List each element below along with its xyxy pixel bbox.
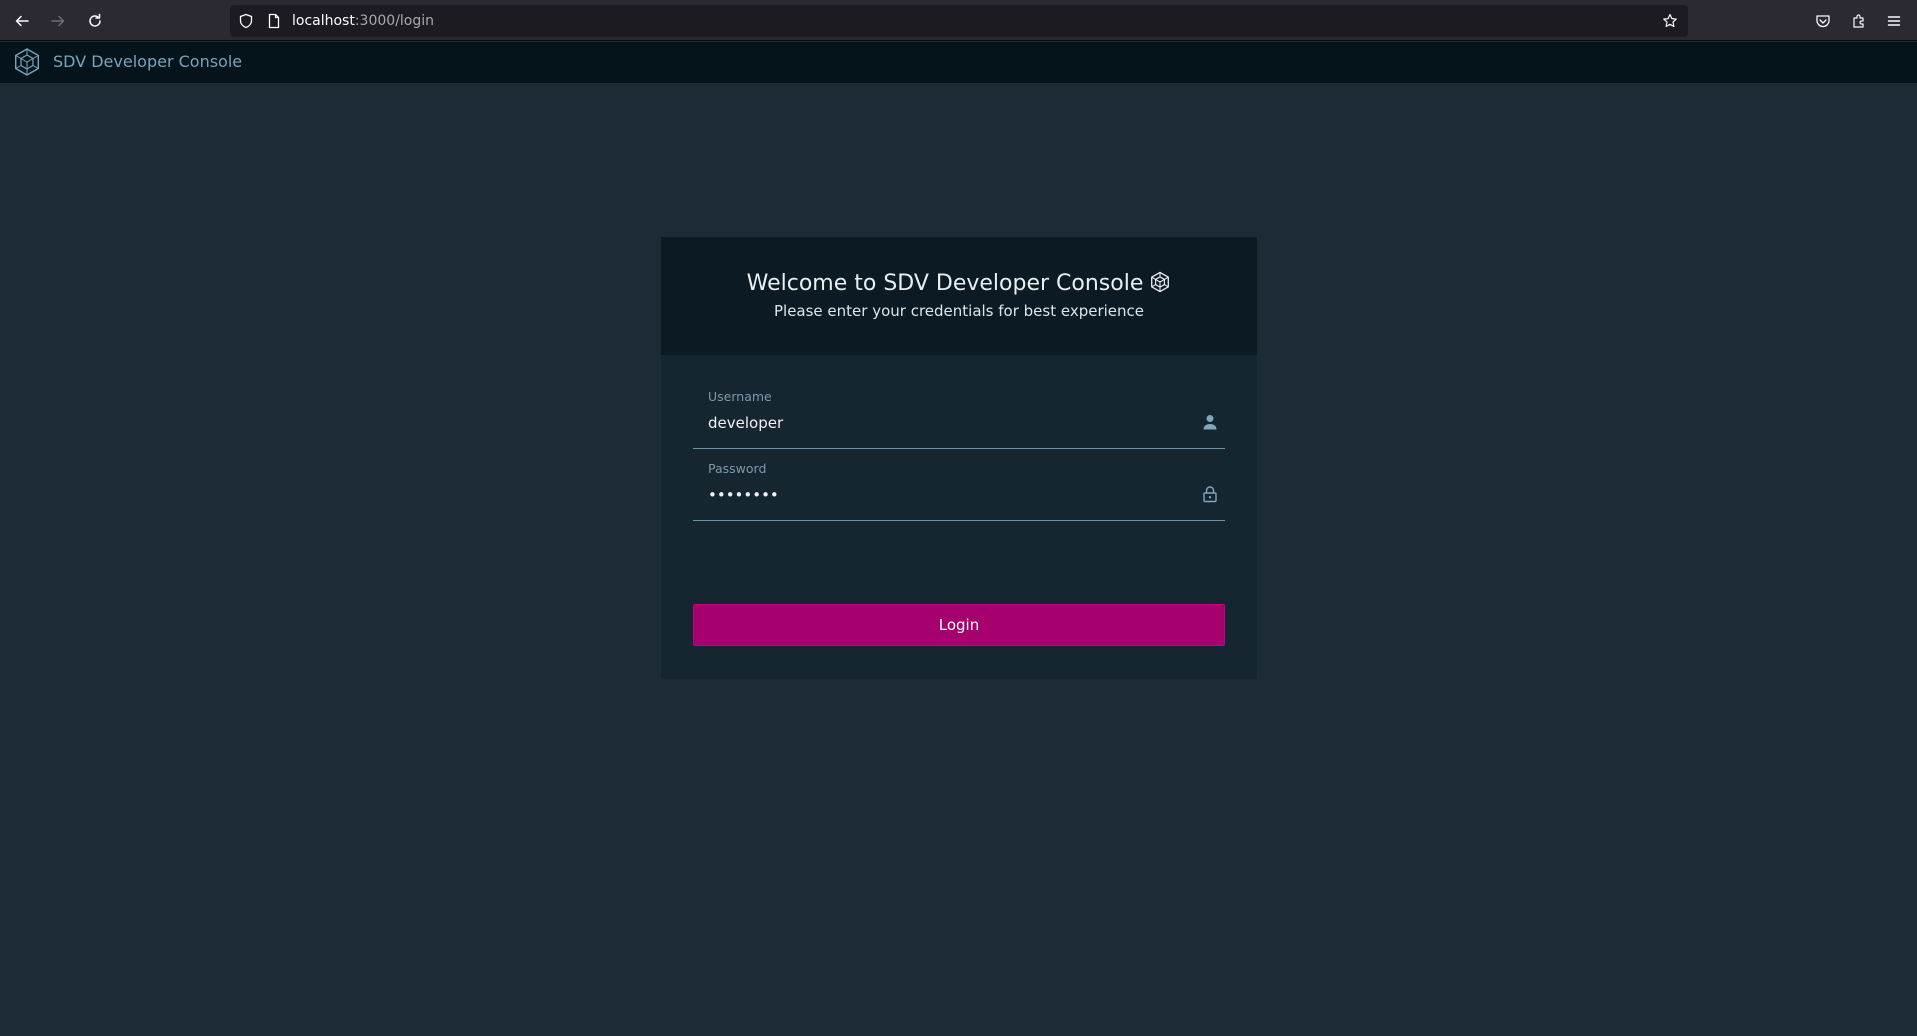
password-field[interactable]: Password bbox=[693, 461, 1225, 521]
back-icon bbox=[15, 15, 29, 27]
menu-button[interactable] bbox=[1880, 8, 1908, 34]
url-host: localhost bbox=[292, 13, 355, 29]
username-input[interactable] bbox=[708, 411, 1178, 435]
forward-icon bbox=[51, 15, 65, 27]
pocket-icon bbox=[1816, 15, 1830, 28]
password-input[interactable] bbox=[708, 483, 1178, 507]
extensions-icon bbox=[1853, 14, 1864, 28]
url-text[interactable]: localhost:3000/login bbox=[292, 13, 434, 29]
bookmark-star-icon[interactable] bbox=[1662, 13, 1678, 29]
menu-icon bbox=[1887, 16, 1901, 26]
url-path: :3000/login bbox=[354, 13, 435, 29]
login-subtitle: Please enter your credentials for best e… bbox=[773, 302, 1145, 320]
page-icon[interactable] bbox=[266, 13, 282, 29]
login-title: Welcome to SDV Developer Console bbox=[661, 271, 1257, 296]
hexagon-cube-logo-icon bbox=[1151, 271, 1170, 293]
forward-button[interactable] bbox=[44, 8, 72, 34]
back-button[interactable] bbox=[8, 8, 36, 34]
username-field[interactable]: Username bbox=[693, 389, 1225, 449]
browser-toolbar: localhost:3000/login bbox=[0, 0, 1917, 41]
login-card: Welcome to SDV Developer Console Please … bbox=[661, 237, 1257, 679]
reload-icon bbox=[89, 13, 101, 27]
app-title[interactable]: SDV Developer Console bbox=[53, 52, 242, 71]
shield-icon[interactable] bbox=[238, 13, 254, 29]
reload-button[interactable] bbox=[81, 8, 109, 34]
hexagon-cube-logo-icon[interactable] bbox=[12, 47, 42, 77]
password-label: Password bbox=[708, 461, 767, 476]
login-button[interactable]: Login bbox=[693, 604, 1225, 646]
user-icon bbox=[1203, 415, 1217, 430]
app-header: SDV Developer Console bbox=[0, 42, 1917, 83]
extensions-button[interactable] bbox=[1845, 8, 1873, 34]
login-title-text: Welcome to SDV Developer Console bbox=[746, 271, 1144, 296]
lock-icon bbox=[1203, 486, 1217, 503]
login-card-header: Welcome to SDV Developer Console Please … bbox=[661, 237, 1257, 355]
pocket-button[interactable] bbox=[1809, 8, 1837, 34]
username-label: Username bbox=[708, 389, 772, 404]
address-bar[interactable]: localhost:3000/login bbox=[230, 5, 1688, 37]
